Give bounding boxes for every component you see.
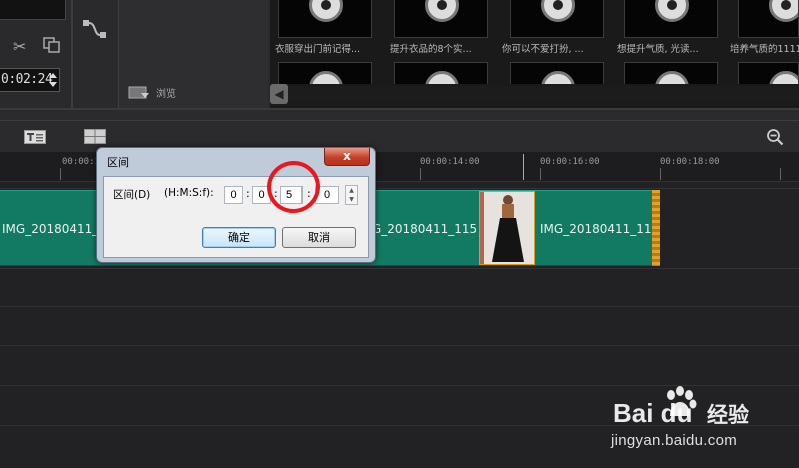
- audio-disc-icon: [425, 71, 459, 84]
- browse-button[interactable]: 浏览: [128, 84, 176, 100]
- audio-disc-icon: [425, 0, 459, 22]
- audio-disc-icon: [309, 0, 343, 22]
- library-scrollbar[interactable]: [288, 86, 799, 102]
- track-divider: [0, 306, 799, 307]
- clip-thumbnail: [479, 191, 535, 265]
- audio-disc-icon: [655, 71, 689, 84]
- clip-trim-handle[interactable]: [652, 190, 660, 266]
- track-divider: [0, 268, 799, 269]
- scroll-left-button[interactable]: ◀: [270, 84, 288, 104]
- ruler-tick-label: 00:00:1: [62, 157, 100, 167]
- ruler-tick: [780, 168, 781, 180]
- copy-icon[interactable]: [43, 37, 61, 53]
- media-thumbnail[interactable]: [394, 62, 488, 84]
- audio-disc-icon: [309, 71, 343, 84]
- time-separator: :: [246, 187, 250, 200]
- duration-dialog: 区间 x 区间(D) (H:M:S:f): 0 : 0 : 5 : 0 ▲ ▼ …: [96, 147, 376, 263]
- time-format-label: (H:M:S:f):: [164, 187, 214, 199]
- clip-label: IMG_20180411_115: [540, 222, 660, 236]
- jingyan-label: 经验: [707, 403, 749, 427]
- dialog-title: 区间: [107, 156, 129, 169]
- media-thumbnail[interactable]: [278, 62, 372, 84]
- duration-field-label: 区间(D): [113, 189, 151, 201]
- cancel-button[interactable]: 取消: [282, 227, 356, 248]
- ruler-tick: [60, 168, 61, 180]
- title-track-icon[interactable]: [24, 130, 46, 144]
- audio-disc-icon: [541, 0, 575, 22]
- media-thumbnail[interactable]: [738, 62, 799, 84]
- audio-disc-icon: [769, 0, 798, 22]
- thumbnail-label: 你可以不爱打扮, ...: [502, 44, 584, 55]
- watermark-url: jingyan.baidu.com: [611, 432, 738, 449]
- media-thumbnail[interactable]: [278, 0, 372, 38]
- chevron-left-icon: ◀: [274, 87, 284, 101]
- spin-down-icon[interactable]: ▼: [346, 195, 357, 204]
- baidu-paw-icon: [667, 386, 697, 416]
- ruler-tick-label: 00:00:16:00: [540, 157, 600, 167]
- track-divider: [0, 345, 799, 346]
- ruler-tick-label: 00:00:18:00: [660, 157, 720, 167]
- toolbar-divider: [0, 120, 799, 121]
- close-icon: x: [343, 149, 351, 163]
- browse-label: 浏览: [156, 88, 176, 100]
- ruler-tick: [420, 168, 421, 180]
- preview-window: [0, 0, 66, 20]
- media-thumbnail[interactable]: [394, 0, 488, 38]
- panel-divider: [71, 0, 73, 108]
- media-thumbnail[interactable]: [624, 62, 718, 84]
- thumbnail-label: 提升衣品的8个实...: [390, 44, 472, 55]
- folder-browse-icon: [128, 86, 149, 99]
- hours-field[interactable]: 0: [224, 186, 243, 204]
- audio-disc-icon: [769, 71, 798, 84]
- duration-spinner[interactable]: ▲ ▼: [345, 185, 358, 205]
- timecode-spinner-icon[interactable]: [47, 71, 59, 89]
- scissors-icon[interactable]: ✂: [13, 37, 26, 56]
- ruler-tick-label: 00:00:14:00: [420, 157, 480, 167]
- ruler-tick: [660, 168, 661, 180]
- zoom-out-icon[interactable]: [766, 128, 784, 146]
- media-thumbnail[interactable]: [624, 0, 718, 38]
- ruler-tick: [540, 168, 541, 180]
- media-thumbnail[interactable]: [510, 0, 604, 38]
- thumbnail-label: 想提升气质, 光读...: [617, 44, 699, 55]
- person-photo-icon: [480, 192, 534, 264]
- media-thumbnail[interactable]: [510, 62, 604, 84]
- connect-tracks-icon[interactable]: [82, 18, 108, 40]
- spin-up-icon[interactable]: ▲: [346, 186, 357, 195]
- thumbnail-label: 培养气质的1111: [730, 44, 799, 55]
- media-thumbnail[interactable]: [738, 0, 799, 38]
- dialog-body: 区间(D) (H:M:S:f): 0 : 0 : 5 : 0 ▲ ▼ 确定 取消: [103, 176, 369, 258]
- clip-label: IMG_20180411_: [2, 222, 99, 236]
- playhead[interactable]: [523, 154, 524, 180]
- close-button[interactable]: x: [324, 148, 370, 166]
- audio-disc-icon: [655, 0, 689, 22]
- audio-disc-icon: [541, 71, 575, 84]
- ok-button[interactable]: 确定: [202, 227, 276, 248]
- storyboard-view-icon[interactable]: [84, 129, 106, 144]
- timeline-toolbar: [0, 108, 799, 152]
- thumbnail-label: 衣服穿出门前记得...: [275, 44, 361, 55]
